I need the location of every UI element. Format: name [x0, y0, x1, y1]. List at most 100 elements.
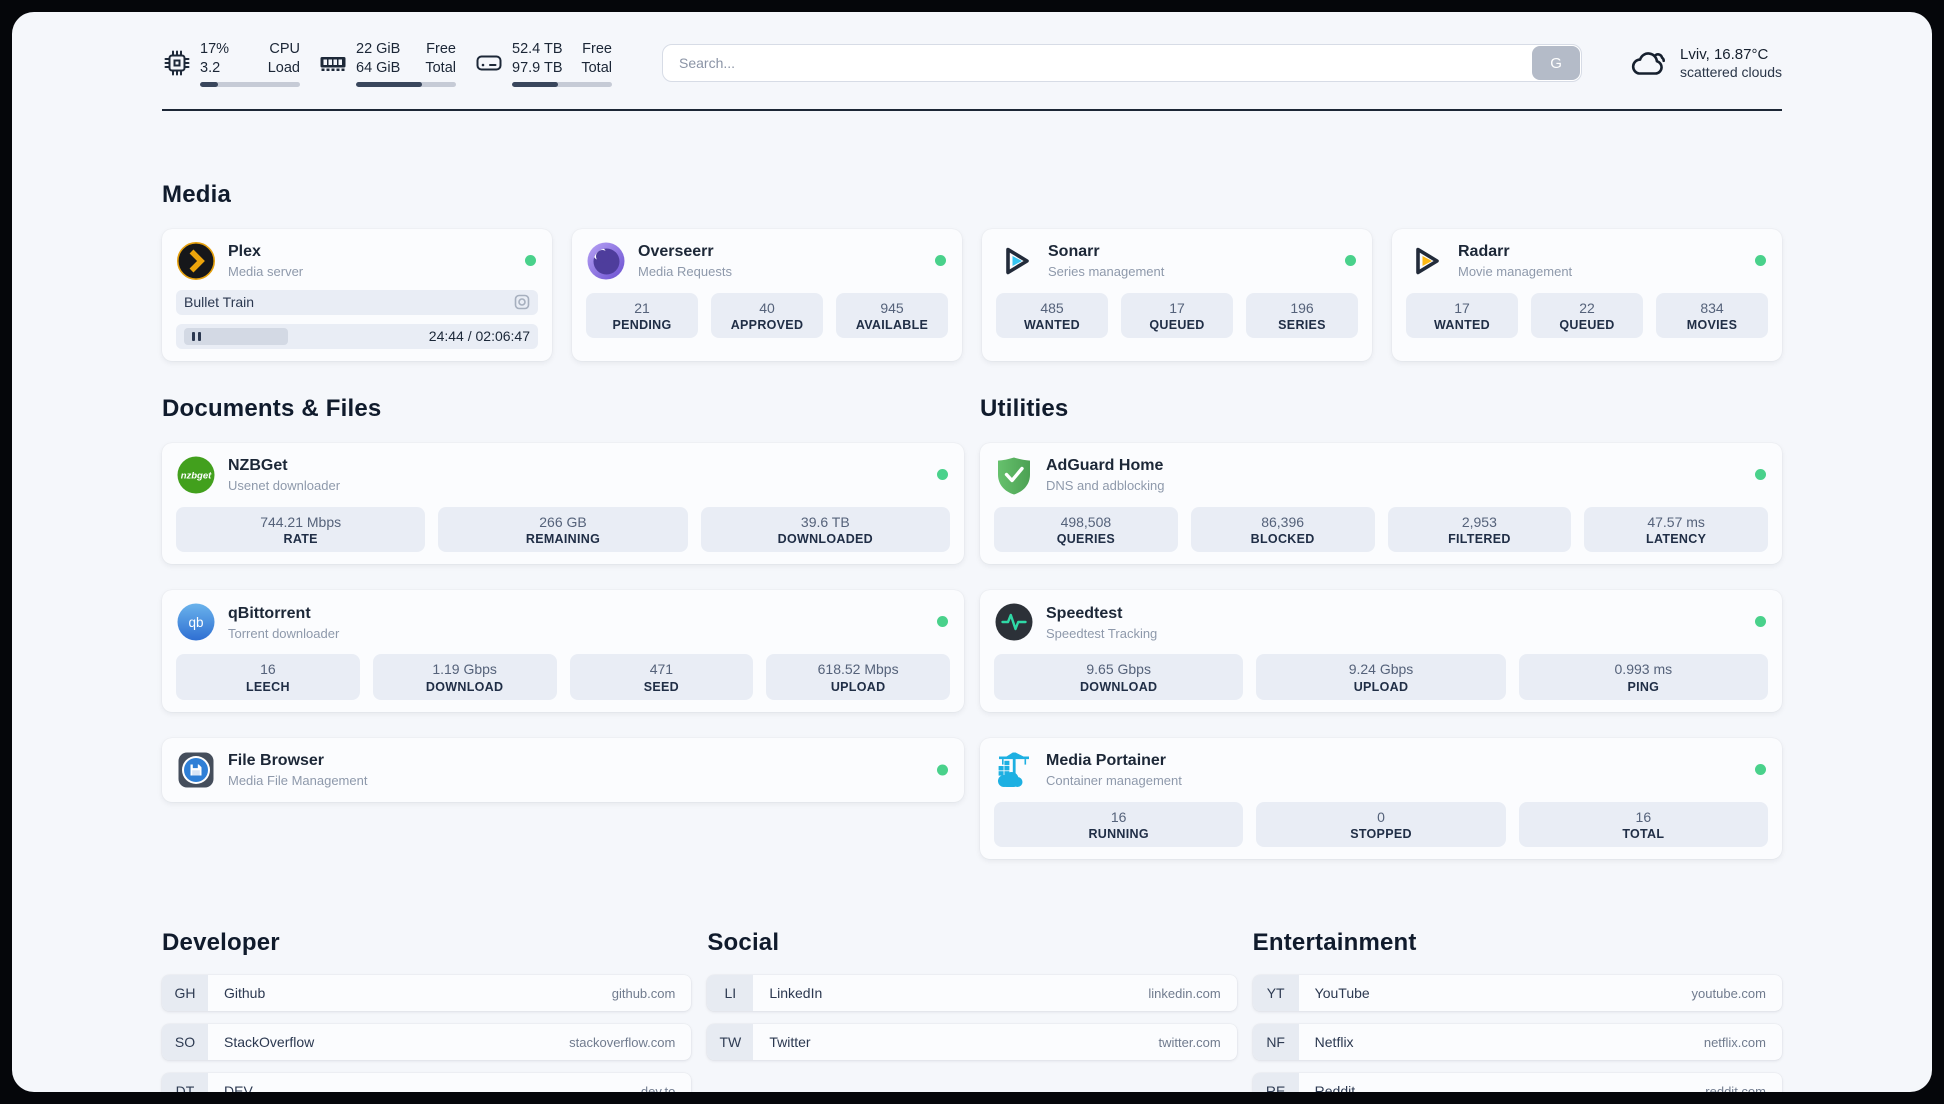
svg-text:nzbget: nzbget	[181, 470, 212, 481]
service-description: Series management	[1048, 264, 1165, 280]
bookmark-abbr: NF	[1252, 1024, 1299, 1061]
service-description: Media File Management	[228, 773, 368, 789]
search-engine-button[interactable]: G	[1532, 46, 1581, 81]
overseerr-icon	[587, 242, 625, 280]
status-indicator	[1755, 468, 1766, 480]
dashboard-page: 17% CPU 3.2 Load 22 GiB Free 64 GiB Tota…	[12, 12, 1932, 1092]
section-media: Media Plex Media server Bullet Train 24:…	[162, 181, 1782, 361]
bookmark-url: twitter.com	[1158, 1034, 1221, 1050]
service-name: NZBGet	[228, 457, 288, 475]
disk-free-value: 52.4 TB	[512, 41, 563, 57]
bookmark-abbr: SO	[162, 1024, 208, 1061]
service-name: Radarr	[1458, 243, 1510, 261]
bookmark-abbr: LI	[707, 975, 754, 1012]
cpu-icon	[164, 50, 190, 76]
topbar: 17% CPU 3.2 Load 22 GiB Free 64 GiB Tota…	[162, 12, 1782, 87]
service-name: Speedtest	[1046, 604, 1123, 622]
stat-latency: 47.57 ms LATENCY	[1584, 506, 1768, 553]
service-card-filebrowser[interactable]: File Browser Media File Management	[162, 737, 964, 802]
bookmark-url: reddit.com	[1705, 1083, 1766, 1092]
pause-button[interactable]	[184, 327, 288, 345]
status-indicator	[1345, 254, 1356, 266]
service-description: Speedtest Tracking	[1046, 625, 1158, 641]
now-playing-title: Bullet Train	[184, 294, 255, 311]
status-indicator	[935, 254, 946, 266]
ram-free-label: Free	[426, 41, 456, 57]
service-card-adguard[interactable]: AdGuard Home DNS and adblocking 498,508 Q…	[980, 442, 1782, 565]
bookmark-url: linkedin.com	[1148, 985, 1221, 1001]
status-indicator	[525, 254, 536, 266]
section-title-documents: Documents & Files	[162, 394, 382, 422]
bookmark-url: stackoverflow.com	[569, 1034, 676, 1050]
stat-upload: 9.24 Gbps UPLOAD	[1256, 654, 1506, 700]
disk-progress-bar	[512, 81, 612, 87]
section-title-media: Media	[162, 180, 232, 208]
stat-wanted: 485 WANTED	[996, 292, 1108, 339]
stat-upload: 618.52 Mbps UPLOAD	[766, 654, 950, 700]
cpu-progress-bar	[200, 81, 300, 87]
status-indicator	[1755, 763, 1766, 775]
stat-series: 196 SERIES	[1246, 292, 1358, 339]
bookmark-name: StackOverflow	[224, 1034, 315, 1051]
stat-downloaded: 39.6 TB DOWNLOADED	[700, 506, 950, 553]
cpu-load-label: Load	[267, 59, 300, 76]
service-name: qBittorrent	[228, 604, 311, 622]
bookmark-linkedin[interactable]: LI LinkedIn linkedin.com	[707, 975, 1237, 1012]
bookmark-twitter[interactable]: TW Twitter twitter.com	[707, 1024, 1237, 1061]
service-card-plex[interactable]: Plex Media server Bullet Train 24:44 / 0…	[162, 228, 552, 361]
section-utilities: Utilities AdGuard Home DNS and adblockin…	[980, 395, 1782, 886]
stat-pending: 21 PENDING	[586, 292, 698, 339]
bookmark-reddit[interactable]: RE Reddit reddit.com	[1252, 1073, 1782, 1092]
bookmarks-social: Social LI LinkedIn linkedin.com TW Twitt…	[707, 929, 1237, 1092]
status-indicator	[937, 764, 948, 776]
stat-ping: 0.993 ms PING	[1518, 654, 1768, 700]
view-media-icon[interactable]	[514, 294, 530, 310]
playback-row: 24:44 / 02:06:47	[176, 323, 538, 349]
speedtest-icon	[995, 603, 1033, 641]
sonarr-icon	[1006, 247, 1029, 274]
bookmark-url: dev.to	[640, 1083, 676, 1092]
ram-progress-bar	[356, 81, 456, 87]
search-bar: G	[662, 44, 1583, 83]
service-description: Movie management	[1458, 264, 1573, 280]
section-title-social: Social	[707, 929, 780, 957]
cloud-icon	[1631, 52, 1666, 76]
ram-stat-widget: 22 GiB Free 64 GiB Total	[318, 40, 456, 87]
search-input[interactable]	[662, 44, 1583, 83]
service-card-nzbget[interactable]: nzbget NZBGet Usenet downloader 744.21 M…	[162, 442, 964, 565]
bookmark-name: YouTube	[1314, 985, 1370, 1002]
cpu-stat-widget: 17% CPU 3.2 Load	[162, 40, 300, 87]
portainer-icon	[998, 752, 1029, 787]
service-description: Usenet downloader	[228, 478, 341, 494]
stat-remaining: 266 GB REMAINING	[438, 506, 688, 553]
bookmark-abbr: GH	[162, 975, 208, 1012]
bookmarks-developer: Developer GH Github github.com SO StackO…	[162, 929, 692, 1092]
bookmark-youtube[interactable]: YT YouTube youtube.com	[1252, 975, 1782, 1012]
disk-stat-widget: 52.4 TB Free 97.9 TB Total	[474, 40, 612, 87]
ram-icon	[320, 57, 346, 72]
service-name: Plex	[228, 243, 261, 261]
topbar-divider	[162, 108, 1782, 111]
bookmark-dev[interactable]: DT DEV dev.to	[162, 1073, 692, 1092]
bookmark-netflix[interactable]: NF Netflix netflix.com	[1252, 1024, 1782, 1061]
service-card-portainer[interactable]: Media Portainer Container management 16 R…	[980, 737, 1782, 860]
system-stats: 17% CPU 3.2 Load 22 GiB Free 64 GiB Tota…	[162, 40, 612, 87]
section-title-utilities: Utilities	[980, 394, 1069, 422]
service-card-overseerr[interactable]: Overseerr Media Requests 21 PENDING 40 APP…	[572, 228, 962, 361]
service-name: Overseerr	[638, 243, 714, 261]
service-card-speedtest[interactable]: Speedtest Speedtest Tracking 9.65 Gbps DO…	[980, 590, 1782, 712]
bookmark-url: github.com	[611, 985, 676, 1001]
service-card-sonarr[interactable]: Sonarr Series management 485 WANTED 17 QUE…	[982, 228, 1372, 361]
disk-free-label: Free	[582, 41, 612, 57]
svg-text:qb: qb	[188, 615, 203, 630]
disk-icon	[476, 55, 502, 71]
stat-movies: 834 MOVIES	[1656, 292, 1768, 339]
service-card-qbittorrent[interactable]: qb qBittorrent Torrent downloader 16 LEEC…	[162, 590, 964, 712]
service-card-radarr[interactable]: Radarr Movie management 17 WANTED 22 QUEUE…	[1392, 228, 1782, 361]
bookmark-github[interactable]: GH Github github.com	[162, 975, 692, 1012]
bookmark-stackoverflow[interactable]: SO StackOverflow stackoverflow.com	[162, 1024, 692, 1061]
stat-approved: 40 APPROVED	[711, 292, 823, 339]
stat-leech: 16 LEECH	[176, 654, 360, 700]
stat-queries: 498,508 QUERIES	[994, 506, 1178, 553]
stat-rate: 744.21 Mbps RATE	[176, 506, 426, 553]
